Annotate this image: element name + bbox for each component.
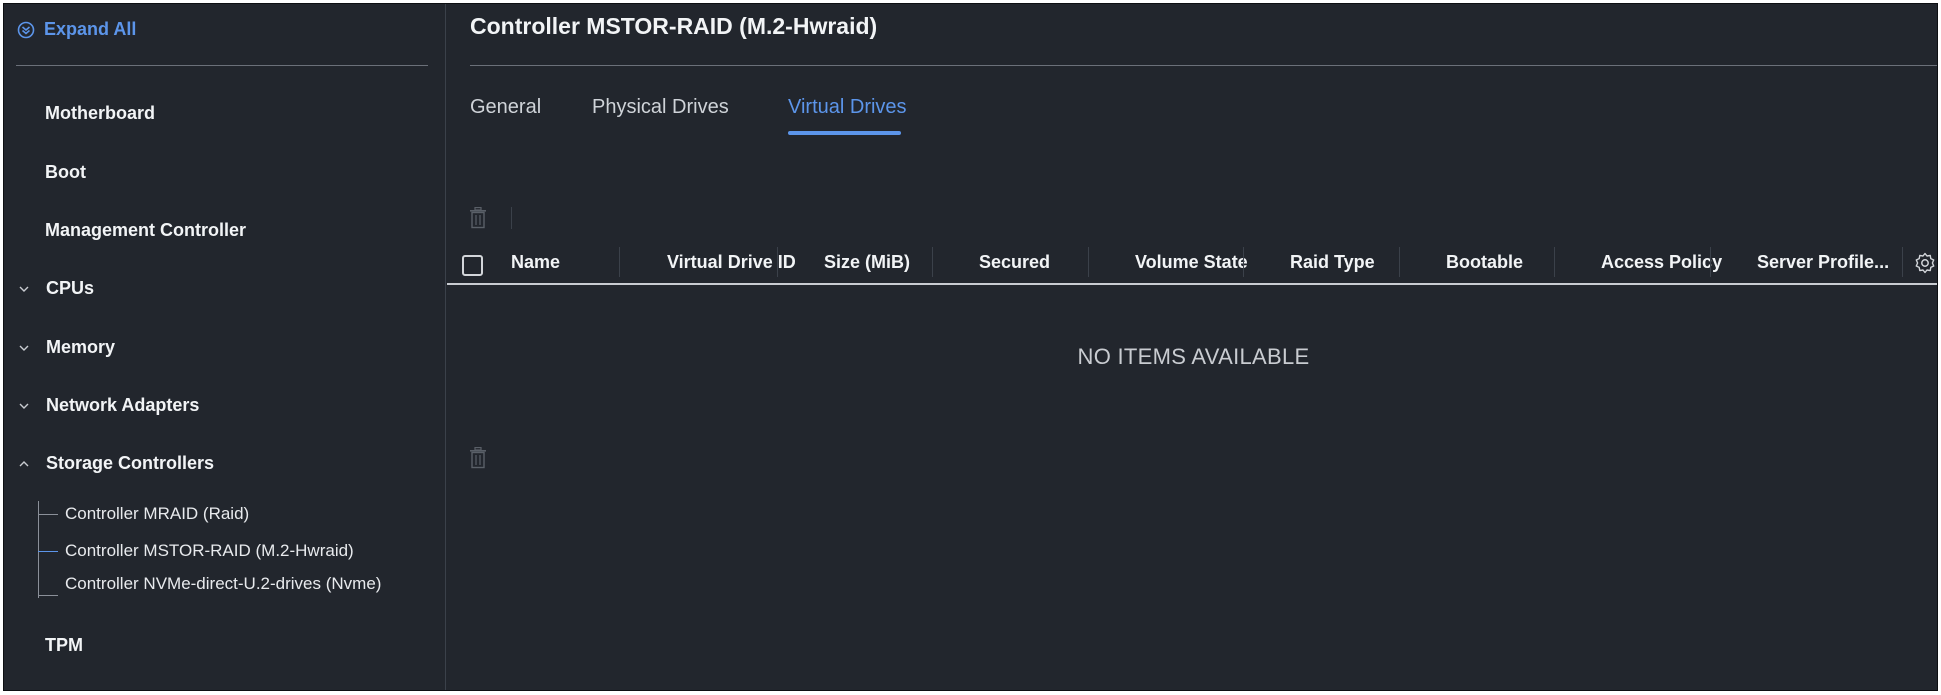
column-separator — [1710, 247, 1711, 277]
tree-branch — [38, 595, 58, 596]
chevron-down-icon — [18, 400, 30, 412]
sidebar-subitem-controller-mstor-raid[interactable]: Controller MSTOR-RAID (M.2-Hwraid) — [32, 540, 354, 561]
column-header-name[interactable]: Name — [511, 252, 560, 273]
tab-physical-drives[interactable]: Physical Drives — [592, 96, 729, 119]
column-separator — [1554, 247, 1555, 277]
trash-icon[interactable] — [469, 447, 487, 469]
title-divider — [470, 65, 1937, 66]
sidebar-item-boot[interactable]: Boot — [45, 162, 86, 183]
sidebar-item-memory[interactable]: Memory — [4, 337, 424, 358]
sidebar: Expand All Motherboard Boot Management C… — [4, 4, 446, 690]
sidebar-subitem-controller-nvme[interactable]: Controller NVMe-direct-U.2-drives (Nvme) — [32, 573, 392, 596]
trash-icon[interactable] — [469, 207, 487, 229]
sidebar-subitem-label: Controller MSTOR-RAID (M.2-Hwraid) — [65, 541, 354, 560]
column-separator — [1088, 247, 1089, 277]
sidebar-subitem-label: Controller MRAID (Raid) — [65, 504, 250, 523]
page-title: Controller MSTOR-RAID (M.2-Hwraid) — [470, 13, 878, 39]
column-separator — [1902, 247, 1903, 277]
column-separator — [932, 247, 933, 277]
sidebar-item-label: Management Controller — [45, 220, 247, 240]
sidebar-item-label: Motherboard — [45, 103, 155, 123]
column-separator — [619, 247, 620, 277]
sidebar-item-label: TPM — [45, 635, 83, 655]
app-frame: Expand All Motherboard Boot Management C… — [3, 3, 1938, 691]
column-separator — [1243, 247, 1244, 277]
column-separator — [1399, 247, 1400, 277]
expand-all-button[interactable]: Expand All — [17, 19, 136, 40]
tab-virtual-drives[interactable]: Virtual Drives — [788, 96, 907, 119]
sidebar-item-tpm[interactable]: TPM — [45, 635, 83, 656]
column-header-access-policy[interactable]: Access Policy — [1601, 252, 1722, 273]
sidebar-item-cpus[interactable]: CPUs — [4, 278, 424, 299]
column-header-server-profile[interactable]: Server Profile... — [1757, 252, 1889, 273]
empty-table-message: NO ITEMS AVAILABLE — [1077, 344, 1310, 369]
chevron-down-icon — [18, 283, 30, 295]
chevron-up-icon — [18, 458, 30, 470]
sidebar-item-label: CPUs — [46, 278, 95, 298]
sidebar-subitem-label: Controller NVMe-direct-U.2-drives (Nvme) — [65, 574, 382, 593]
toolbar-separator — [511, 207, 512, 229]
sidebar-item-management-controller[interactable]: Management Controller — [45, 220, 246, 241]
main-panel: Controller MSTOR-RAID (M.2-Hwraid) Gener… — [447, 4, 1937, 690]
sidebar-item-motherboard[interactable]: Motherboard — [45, 103, 155, 124]
active-tab-indicator — [788, 131, 901, 135]
table-header: Name Virtual Drive ID Size (MiB) Secured… — [447, 247, 1937, 285]
sidebar-item-label: Memory — [46, 337, 116, 357]
expand-all-icon — [17, 21, 35, 38]
sidebar-item-label: Storage Controllers — [46, 453, 215, 473]
sidebar-item-label: Boot — [45, 162, 86, 182]
column-header-raid-type[interactable]: Raid Type — [1290, 252, 1375, 273]
sidebar-item-label: Network Adapters — [46, 395, 200, 415]
column-header-volume-state[interactable]: Volume State — [1135, 252, 1248, 273]
column-header-secured[interactable]: Secured — [979, 252, 1050, 273]
sidebar-subitem-controller-mraid[interactable]: Controller MRAID (Raid) — [32, 503, 249, 524]
column-header-bootable[interactable]: Bootable — [1446, 252, 1523, 273]
column-header-size[interactable]: Size (MiB) — [824, 252, 910, 273]
tab-general[interactable]: General — [470, 96, 541, 119]
tree-branch — [38, 514, 58, 515]
column-separator — [777, 247, 778, 277]
sidebar-item-storage-controllers[interactable]: Storage Controllers — [4, 453, 424, 474]
gear-icon[interactable] — [1914, 252, 1936, 274]
select-all-checkbox[interactable] — [462, 255, 483, 276]
expand-all-label: Expand All — [44, 19, 137, 39]
tree-branch-active — [38, 551, 58, 552]
sidebar-divider — [16, 65, 428, 66]
sidebar-item-network-adapters[interactable]: Network Adapters — [4, 395, 424, 416]
chevron-down-icon — [18, 342, 30, 354]
